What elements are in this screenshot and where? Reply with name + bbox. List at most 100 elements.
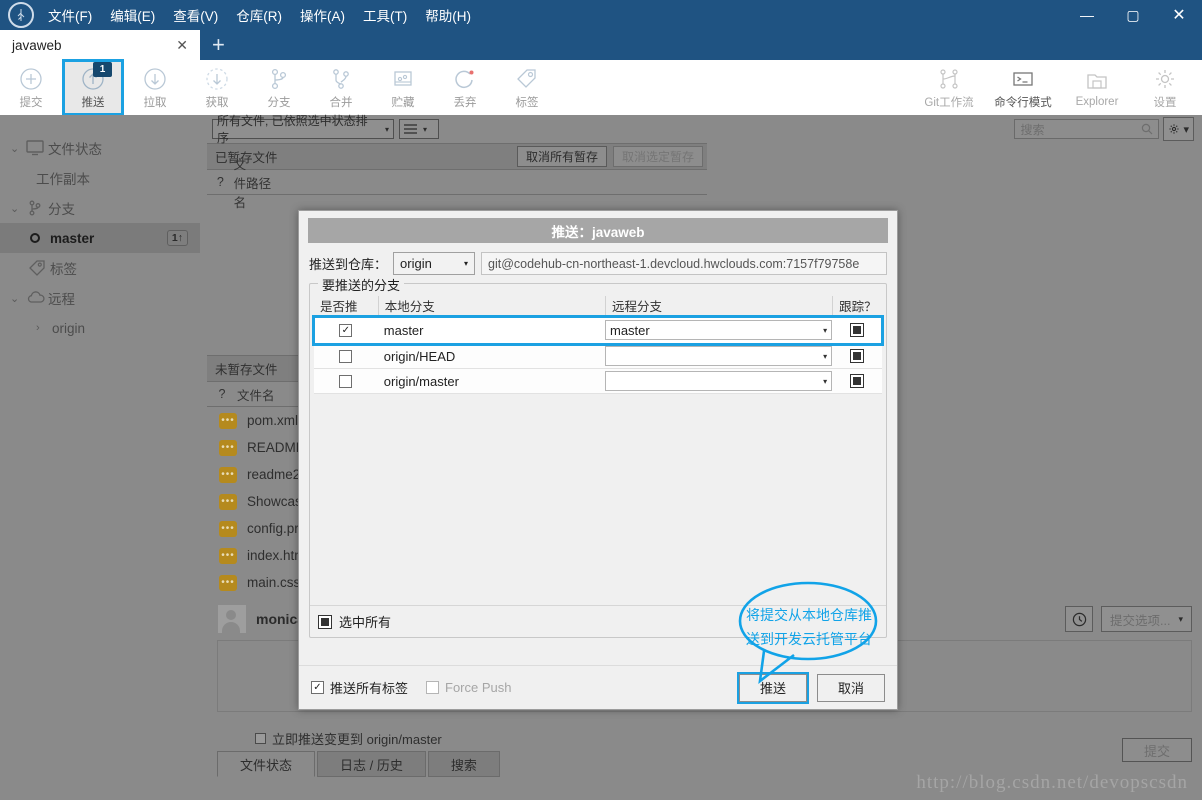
table-row[interactable]: ✓ master master ▾ [312, 315, 884, 346]
sidebar-item-tags[interactable]: 标签 [0, 253, 200, 283]
push-checkbox-origin-master[interactable] [339, 374, 353, 388]
chevron-down-icon[interactable]: ⌄ [10, 292, 26, 305]
toolbar-explorer-button[interactable]: Explorer [1063, 62, 1131, 113]
track-checkbox-master[interactable] [850, 323, 865, 337]
select-all-row[interactable]: 选中所有 [310, 605, 886, 637]
toolbar-pull-button[interactable]: 拉取 [127, 62, 183, 113]
toolbar-push-button[interactable]: 1 推送 [62, 59, 124, 116]
menu-actions[interactable]: 操作(A) [300, 5, 345, 25]
track-checkbox-origin-head[interactable] [850, 349, 865, 363]
table-row[interactable]: origin/HEAD ▾ [314, 344, 882, 369]
remote-branch-dropdown-origin-master[interactable]: ▾ [604, 371, 833, 391]
push-repo-value: origin [400, 256, 432, 271]
search-settings-button[interactable]: ▾ [1163, 117, 1194, 141]
chevron-down-icon[interactable]: ⌄ [10, 202, 26, 215]
toolbar-merge-button[interactable]: 合并 [313, 62, 369, 113]
row-remote-branch-cell: ▾ [604, 344, 833, 368]
minimize-button[interactable]: — [1064, 0, 1110, 30]
menu-tools[interactable]: 工具(T) [363, 5, 407, 25]
submit-button[interactable]: 提交 [1122, 738, 1192, 762]
toolbar-settings-button[interactable]: 设置 [1137, 62, 1193, 113]
watermark-text: http://blog.csdn.net/devopscsdn [916, 772, 1188, 793]
chevron-down-icon[interactable]: ⌄ [10, 142, 26, 155]
toolbar-fetch-label: 获取 [205, 96, 229, 109]
commit-options-dropdown[interactable]: 提交选项... ▾ [1101, 606, 1192, 632]
discard-icon [452, 66, 478, 92]
sidebar-label-master: master [50, 230, 95, 246]
maximize-button[interactable]: ▢ [1110, 0, 1156, 30]
chevron-right-icon[interactable]: › [36, 322, 52, 334]
push-all-tags-checkbox[interactable]: ✓ [311, 681, 324, 694]
toolbar-terminal-button[interactable]: 命令行模式 [989, 62, 1057, 113]
sidebar-item-master[interactable]: master 1↑ [0, 223, 200, 253]
toolbar-left-group: 提交 1 推送 拉取 获取 分支 合并 贮藏 丢弃 标签 [0, 59, 558, 116]
menu-file[interactable]: 文件(F) [48, 5, 92, 25]
main-toolbar: 提交 1 推送 拉取 获取 分支 合并 贮藏 丢弃 标签 Git工作流 命令行模… [0, 59, 1202, 116]
toolbar-settings-label: 设置 [1153, 96, 1177, 109]
push-checkbox-origin-head[interactable] [339, 349, 353, 363]
gear-icon [1169, 124, 1180, 134]
tab-log-history[interactable]: 日志 / 历史 [317, 751, 426, 777]
sidebar-item-file-status[interactable]: ⌄ 文件状态 [0, 133, 200, 163]
menu-repository[interactable]: 仓库(R) [236, 5, 282, 25]
select-all-checkbox[interactable] [318, 614, 332, 629]
force-push-row[interactable]: Force Push [426, 680, 512, 695]
staged-col-name: 文件名 [233, 157, 247, 210]
tab-search[interactable]: 搜索 [427, 751, 500, 777]
push-checkbox-master[interactable]: ✓ [339, 323, 353, 337]
push-dialog: 推送：javaweb 推送到仓库： origin ▾ git@codehub-c… [298, 210, 898, 710]
push-confirm-button[interactable]: 推送 [737, 671, 809, 704]
tab-close-icon[interactable]: ✕ [172, 37, 192, 54]
search-placeholder: 搜索 [1020, 122, 1045, 137]
new-tab-icon[interactable]: + [212, 32, 225, 58]
force-push-checkbox[interactable] [426, 681, 440, 694]
tab-label: javaweb [12, 37, 62, 53]
tab-file-status[interactable]: 文件状态 [217, 751, 316, 777]
menu-help[interactable]: 帮助(H) [425, 5, 471, 25]
commit-history-button[interactable] [1065, 606, 1094, 632]
file-name: pom.xml [247, 413, 299, 428]
table-row[interactable]: origin/master ▾ [314, 369, 882, 394]
toolbar-tag-button[interactable]: 标签 [499, 62, 555, 113]
sidebar-item-remotes[interactable]: ⌄ 远程 [0, 283, 200, 313]
push-all-tags-row[interactable]: ✓ 推送所有标签 [311, 678, 408, 697]
track-checkbox-origin-master[interactable] [850, 374, 865, 388]
sidebar-label-working-copy: 工作副本 [36, 172, 90, 187]
toolbar-discard-button[interactable]: 丢弃 [437, 62, 493, 113]
push-dialog-title: 推送：javaweb [308, 218, 888, 243]
push-repo-dropdown[interactable]: origin ▾ [393, 252, 476, 275]
sidebar-item-working-copy[interactable]: 工作副本 [0, 163, 200, 193]
terminal-icon [1010, 66, 1036, 92]
menu-view[interactable]: 查看(V) [173, 5, 218, 25]
push-count-badge: 1 [93, 61, 112, 77]
select-all-label: 选中所有 [339, 615, 392, 630]
toolbar-gitflow-label: Git工作流 [924, 96, 974, 109]
file-modified-icon: ••• [219, 547, 237, 564]
toolbar-stash-button[interactable]: 贮藏 [375, 62, 431, 113]
toolbar-fetch-button[interactable]: 获取 [189, 62, 245, 113]
remote-branch-dropdown-origin-head[interactable]: ▾ [604, 346, 833, 366]
sidebar-item-branches[interactable]: ⌄ 分支 [0, 193, 200, 223]
push-cancel-button[interactable]: 取消 [817, 673, 885, 702]
close-button[interactable]: ✕ [1156, 0, 1202, 30]
row-push-checkbox-cell [314, 344, 378, 368]
sidebar-item-origin[interactable]: › origin [0, 313, 200, 343]
file-sort-dropdown[interactable]: 所有文件, 已依照选中状态排序 ▾ [212, 114, 394, 145]
toolbar-gitflow-button[interactable]: Git工作流 [915, 62, 983, 113]
unstage-selected-button[interactable]: 取消选定暂存 [612, 146, 703, 167]
chevron-down-icon: ▾ [464, 259, 469, 268]
unstage-all-button[interactable]: 取消所有暂存 [516, 146, 607, 167]
toolbar-branch-button[interactable]: 分支 [251, 62, 307, 113]
push-repo-label: 推送到仓库： [309, 257, 388, 272]
tab-javaweb[interactable]: javaweb ✕ [0, 30, 200, 60]
push-now-label: 立即推送变更到 origin/master [272, 731, 442, 747]
push-now-checkbox[interactable] [255, 732, 266, 744]
toolbar-commit-button[interactable]: 提交 [3, 62, 59, 113]
view-mode-dropdown[interactable]: ▾ [399, 119, 439, 139]
sidebar-label-origin: origin [52, 320, 86, 336]
menu-edit[interactable]: 编辑(E) [110, 5, 155, 25]
staged-col-path: 路径 [246, 176, 272, 191]
remote-branch-dropdown-master[interactable]: master ▾ [604, 320, 833, 340]
search-input[interactable]: 搜索 [1014, 119, 1160, 139]
push-now-row[interactable]: 立即推送变更到 origin/master [207, 725, 1202, 751]
